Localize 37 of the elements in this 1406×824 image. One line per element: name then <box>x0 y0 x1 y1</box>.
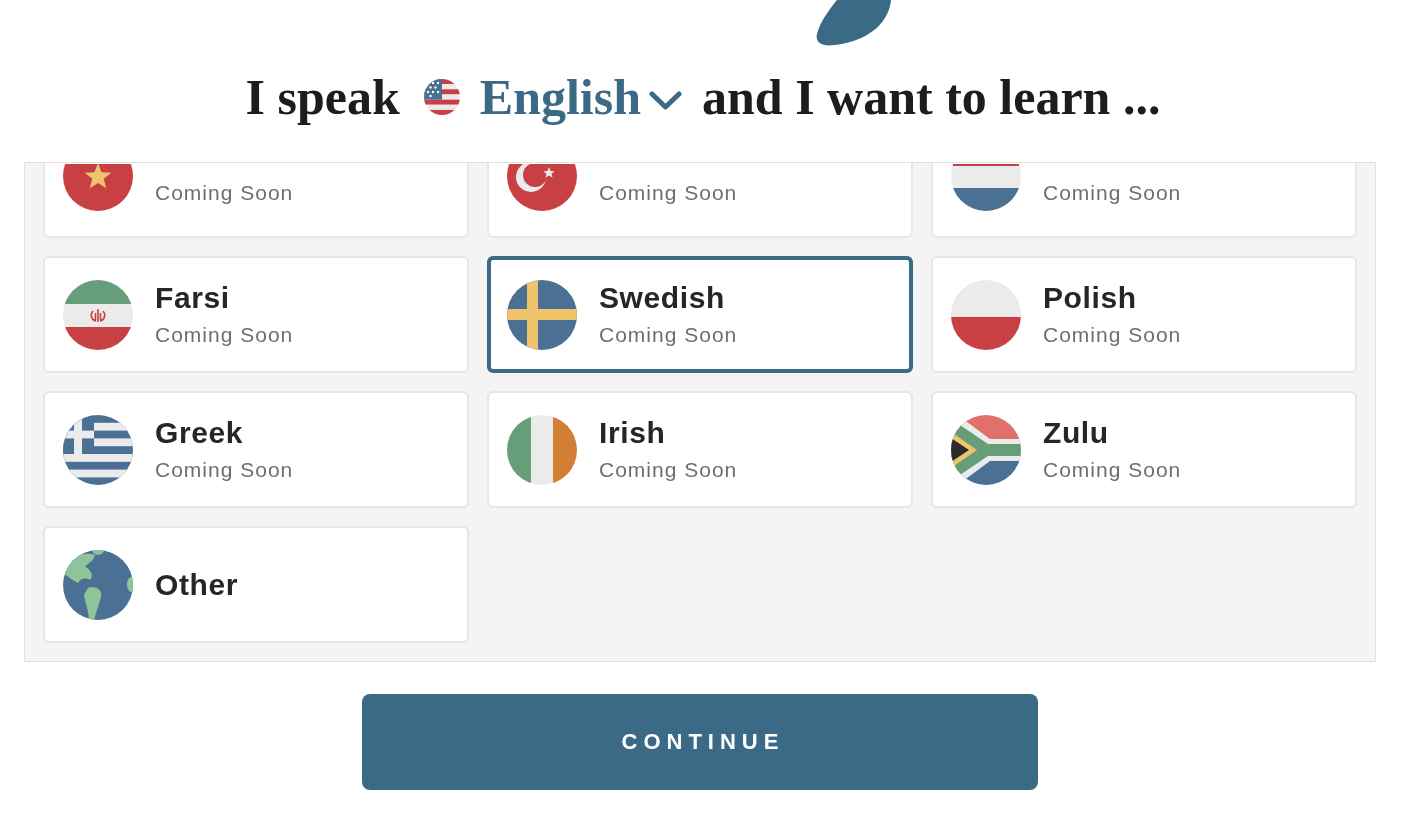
south-africa-flag-icon <box>951 414 1021 485</box>
us-flag-icon <box>423 79 460 115</box>
poland-flag-icon <box>951 279 1021 350</box>
chevron-down-icon <box>649 91 683 111</box>
iran-flag-icon <box>63 279 133 350</box>
heading-text: I speak <box>245 68 400 126</box>
status-label: Coming Soon <box>155 180 294 206</box>
language-name: Other <box>155 566 238 603</box>
language-name: Greek <box>155 415 245 451</box>
language-option[interactable]: Irish Coming Soon <box>487 391 913 508</box>
language-option[interactable]: Polish Coming Soon <box>931 256 1357 373</box>
language-option[interactable]: Coming Soon <box>487 163 913 238</box>
status-label: Coming Soon <box>155 322 294 348</box>
status-label: Coming Soon <box>155 457 294 483</box>
language-option[interactable]: Greek Coming Soon <box>43 391 469 508</box>
language-name: Polish <box>1043 280 1138 316</box>
language-option[interactable]: Coming Soon <box>931 163 1357 238</box>
language-option[interactable]: Other <box>43 526 469 643</box>
ireland-flag-icon <box>507 414 577 485</box>
continue-button[interactable]: CONTINUE <box>362 694 1038 790</box>
status-label: Coming Soon <box>599 457 738 483</box>
language-name: Swedish <box>599 280 726 316</box>
language-name: Irish <box>599 415 667 451</box>
language-option[interactable]: Zulu Coming Soon <box>931 391 1357 508</box>
language-option[interactable]: Farsi Coming Soon <box>43 256 469 373</box>
language-name: Farsi <box>155 280 231 316</box>
status-label: Coming Soon <box>1043 322 1182 348</box>
status-label: Coming Soon <box>1043 180 1182 206</box>
language-option[interactable]: Swedish Coming Soon <box>487 256 913 373</box>
language-dropdown[interactable]: English <box>423 68 683 126</box>
language-option[interactable]: Coming Soon <box>43 163 469 238</box>
heading-text: and I want to learn ... <box>702 68 1161 126</box>
status-label: Coming Soon <box>1043 457 1182 483</box>
status-label: Coming Soon <box>599 180 738 206</box>
status-label: Coming Soon <box>599 322 738 348</box>
language-name: Zulu <box>1043 415 1110 451</box>
vietnam-flag-icon <box>63 164 133 211</box>
